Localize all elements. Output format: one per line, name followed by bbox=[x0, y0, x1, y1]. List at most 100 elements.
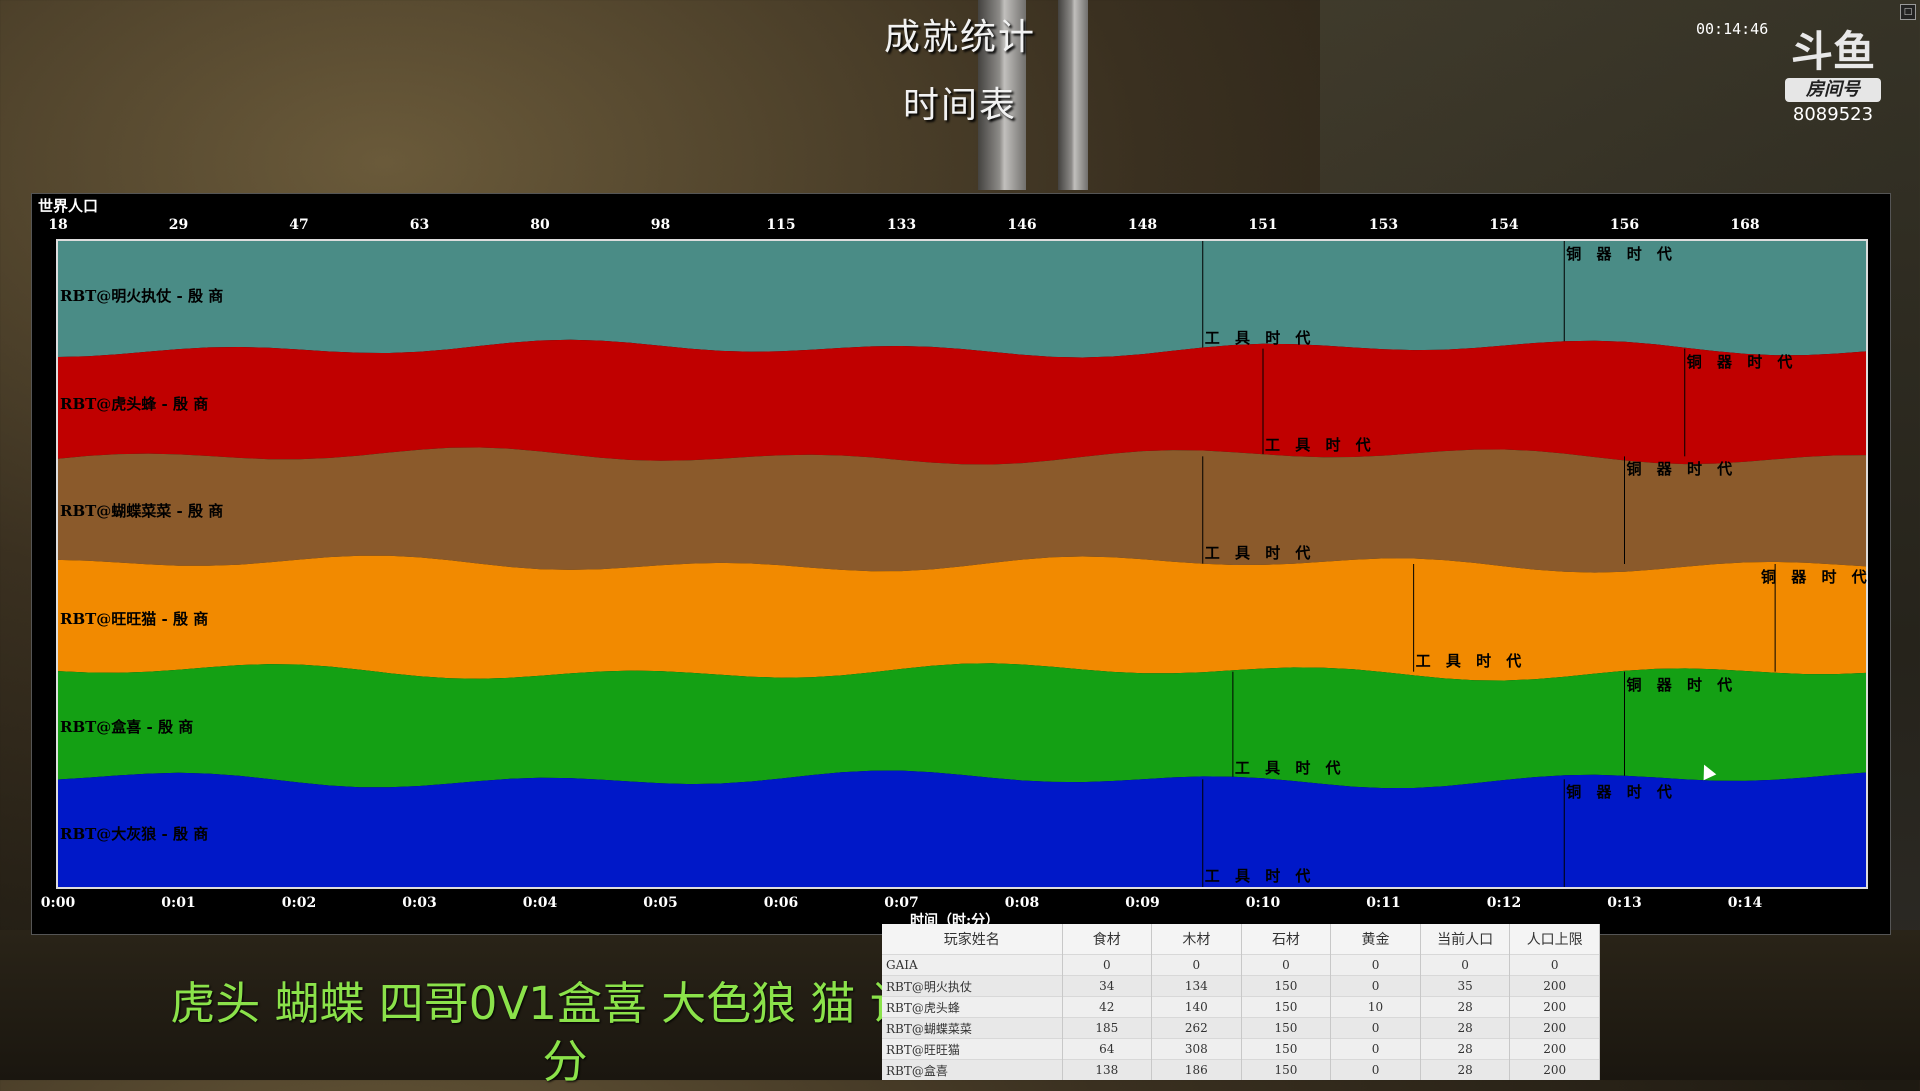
x-tick-label: 0:09 bbox=[1125, 895, 1160, 911]
stats-cell: 0 bbox=[1509, 954, 1600, 976]
age-label: 铜 器 时 代 bbox=[1566, 783, 1677, 802]
top-tick-label: 156 bbox=[1609, 217, 1640, 233]
age-label: 工 具 时 代 bbox=[1234, 759, 1346, 778]
stats-row: RBT@明火执仗 34 134 150 0 35 200 bbox=[882, 975, 1600, 997]
stats-row: RBT@旺旺猫 64 308 150 0 28 200 bbox=[882, 1038, 1600, 1060]
stats-cell: 0 bbox=[1062, 954, 1153, 976]
stats-cell: 150 bbox=[1241, 1059, 1332, 1080]
x-tick-label: 0:04 bbox=[522, 895, 558, 911]
stats-cell: 28 bbox=[1420, 1017, 1511, 1039]
top-tick-label: 115 bbox=[766, 217, 796, 233]
stats-cell: 0 bbox=[1330, 954, 1421, 976]
stats-cell: 0 bbox=[1330, 1038, 1421, 1060]
stats-cell: 64 bbox=[1062, 1038, 1153, 1060]
player-band-label: RBT@旺旺猫 - 殷 商 bbox=[60, 609, 209, 628]
player-band-label: RBT@明火执仗 - 殷 商 bbox=[60, 286, 224, 305]
x-tick-label: 0:01 bbox=[161, 895, 196, 911]
stats-cell: 150 bbox=[1241, 996, 1332, 1018]
stats-cell: 140 bbox=[1151, 996, 1242, 1018]
stats-column-header[interactable]: 石材 bbox=[1241, 924, 1332, 955]
stats-cell: 10 bbox=[1330, 996, 1421, 1018]
stats-cell: 200 bbox=[1509, 1017, 1600, 1039]
stats-player-name: RBT@蝴蝶菜菜 bbox=[882, 1017, 1063, 1039]
x-tick-label: 0:14 bbox=[1727, 895, 1763, 911]
stats-table-panel: 玩家姓名 食材 木材 石材 黄金 当前人口 人口上限 GAIA 0 0 0 0 0 0 RBT@明火执仗 3… bbox=[882, 924, 1600, 1080]
stats-cell: 28 bbox=[1420, 1038, 1511, 1060]
x-tick-label: 0:11 bbox=[1366, 895, 1401, 911]
age-label: 铜 器 时 代 bbox=[1566, 245, 1677, 263]
stats-cell: 35 bbox=[1420, 975, 1511, 997]
age-label: 工 具 时 代 bbox=[1204, 867, 1316, 885]
x-tick-label: 0:05 bbox=[643, 895, 678, 911]
stats-table: 玩家姓名 食材 木材 石材 黄金 当前人口 人口上限 GAIA 0 0 0 0 0 0 RBT@明火执仗 3… bbox=[882, 924, 1600, 1080]
stats-cell: 134 bbox=[1151, 975, 1242, 997]
stats-column-header[interactable]: 人口上限 bbox=[1509, 924, 1600, 955]
age-label: 铜 器 时 代 bbox=[1686, 352, 1798, 371]
logo-room-number: 8089523 bbox=[1792, 104, 1874, 125]
player-band-label: RBT@虎头蜂 - 殷 商 bbox=[60, 394, 209, 413]
top-tick-label: 148 bbox=[1127, 217, 1158, 233]
page-subtitle: 时间表 bbox=[902, 85, 1017, 126]
stats-cell: 28 bbox=[1420, 996, 1511, 1018]
x-tick-label: 0:13 bbox=[1607, 895, 1642, 911]
stats-cell: 0 bbox=[1241, 954, 1332, 976]
top-tick-label: 154 bbox=[1489, 217, 1519, 233]
stats-cell: 185 bbox=[1062, 1017, 1153, 1039]
age-label: 工 具 时 代 bbox=[1265, 436, 1376, 455]
stats-column-header[interactable]: 木材 bbox=[1151, 924, 1242, 955]
x-tick-label: 0:02 bbox=[281, 895, 317, 911]
stats-cell: 150 bbox=[1241, 1017, 1332, 1039]
stats-row: RBT@盒喜 138 186 150 0 28 200 bbox=[882, 1059, 1600, 1080]
stats-cell: 0 bbox=[1330, 1059, 1421, 1080]
window-corner-button[interactable]: □ bbox=[1900, 4, 1916, 20]
stats-cell: 0 bbox=[1151, 954, 1242, 976]
stats-cell: 186 bbox=[1151, 1059, 1242, 1080]
stats-column-header[interactable]: 食材 bbox=[1062, 924, 1153, 955]
x-tick-label: 0:12 bbox=[1486, 895, 1522, 911]
stats-player-name: GAIA bbox=[882, 954, 1063, 976]
x-tick-label: 0:08 bbox=[1004, 895, 1040, 911]
game-clock: 00:14:46 bbox=[1696, 20, 1769, 38]
top-tick-label: 47 bbox=[289, 217, 309, 233]
age-label: 铜 器 时 代 bbox=[1626, 675, 1738, 694]
stats-cell: 150 bbox=[1241, 1038, 1332, 1060]
age-label: 铜 器 时 代 bbox=[1761, 568, 1872, 586]
stats-cell: 200 bbox=[1509, 1059, 1600, 1080]
logo-mark: 斗鱼 bbox=[1790, 27, 1875, 76]
series-band bbox=[58, 339, 1866, 465]
top-tick-label: 98 bbox=[650, 217, 671, 233]
top-tick-label: 63 bbox=[409, 217, 430, 233]
stats-cell: 42 bbox=[1062, 996, 1153, 1018]
stats-column-header[interactable]: 黄金 bbox=[1330, 924, 1421, 955]
top-tick-label: 146 bbox=[1007, 217, 1037, 233]
top-tick-label: 29 bbox=[168, 217, 189, 233]
player-band-label: RBT@大灰狼 - 殷 商 bbox=[60, 825, 209, 844]
player-band-label: RBT@盒喜 - 殷 商 bbox=[60, 717, 194, 736]
stats-cell: 200 bbox=[1509, 1038, 1600, 1060]
douyu-logo: 斗鱼 房间号 8089523 bbox=[1778, 28, 1888, 138]
x-tick-label: 0:07 bbox=[884, 895, 919, 911]
age-label: 工 具 时 代 bbox=[1204, 544, 1316, 562]
stats-player-name: RBT@盒喜 bbox=[882, 1059, 1063, 1080]
age-label: 铜 器 时 代 bbox=[1626, 460, 1738, 479]
series-band bbox=[58, 555, 1866, 681]
stats-row: GAIA 0 0 0 0 0 0 bbox=[882, 954, 1600, 976]
top-tick-label: 151 bbox=[1248, 217, 1278, 233]
stats-cell: 34 bbox=[1062, 975, 1153, 997]
top-tick-label: 153 bbox=[1368, 217, 1399, 233]
stats-cell: 150 bbox=[1241, 975, 1332, 997]
stats-player-name: RBT@明火执仗 bbox=[882, 975, 1063, 997]
age-label: 工 具 时 代 bbox=[1204, 328, 1316, 347]
stats-player-name: RBT@旺旺猫 bbox=[882, 1038, 1063, 1060]
stream-caption: 虎头 蝴蝶 四哥0V1盒喜 大色狼 猫 让一分 bbox=[170, 977, 960, 1088]
logo-room-label: 房间号 bbox=[1785, 78, 1881, 102]
stats-row: RBT@虎头蜂 42 140 150 10 28 200 bbox=[882, 996, 1600, 1018]
stats-cell: 262 bbox=[1151, 1017, 1242, 1039]
top-tick-label: 18 bbox=[48, 217, 68, 233]
stats-column-header[interactable]: 玩家姓名 bbox=[882, 924, 1063, 955]
x-tick-label: 0:00 bbox=[40, 895, 76, 911]
top-tick-label: 133 bbox=[886, 217, 917, 233]
stats-cell: 28 bbox=[1420, 1059, 1511, 1080]
stats-column-header[interactable]: 当前人口 bbox=[1420, 924, 1511, 955]
stats-cell: 200 bbox=[1509, 996, 1600, 1018]
